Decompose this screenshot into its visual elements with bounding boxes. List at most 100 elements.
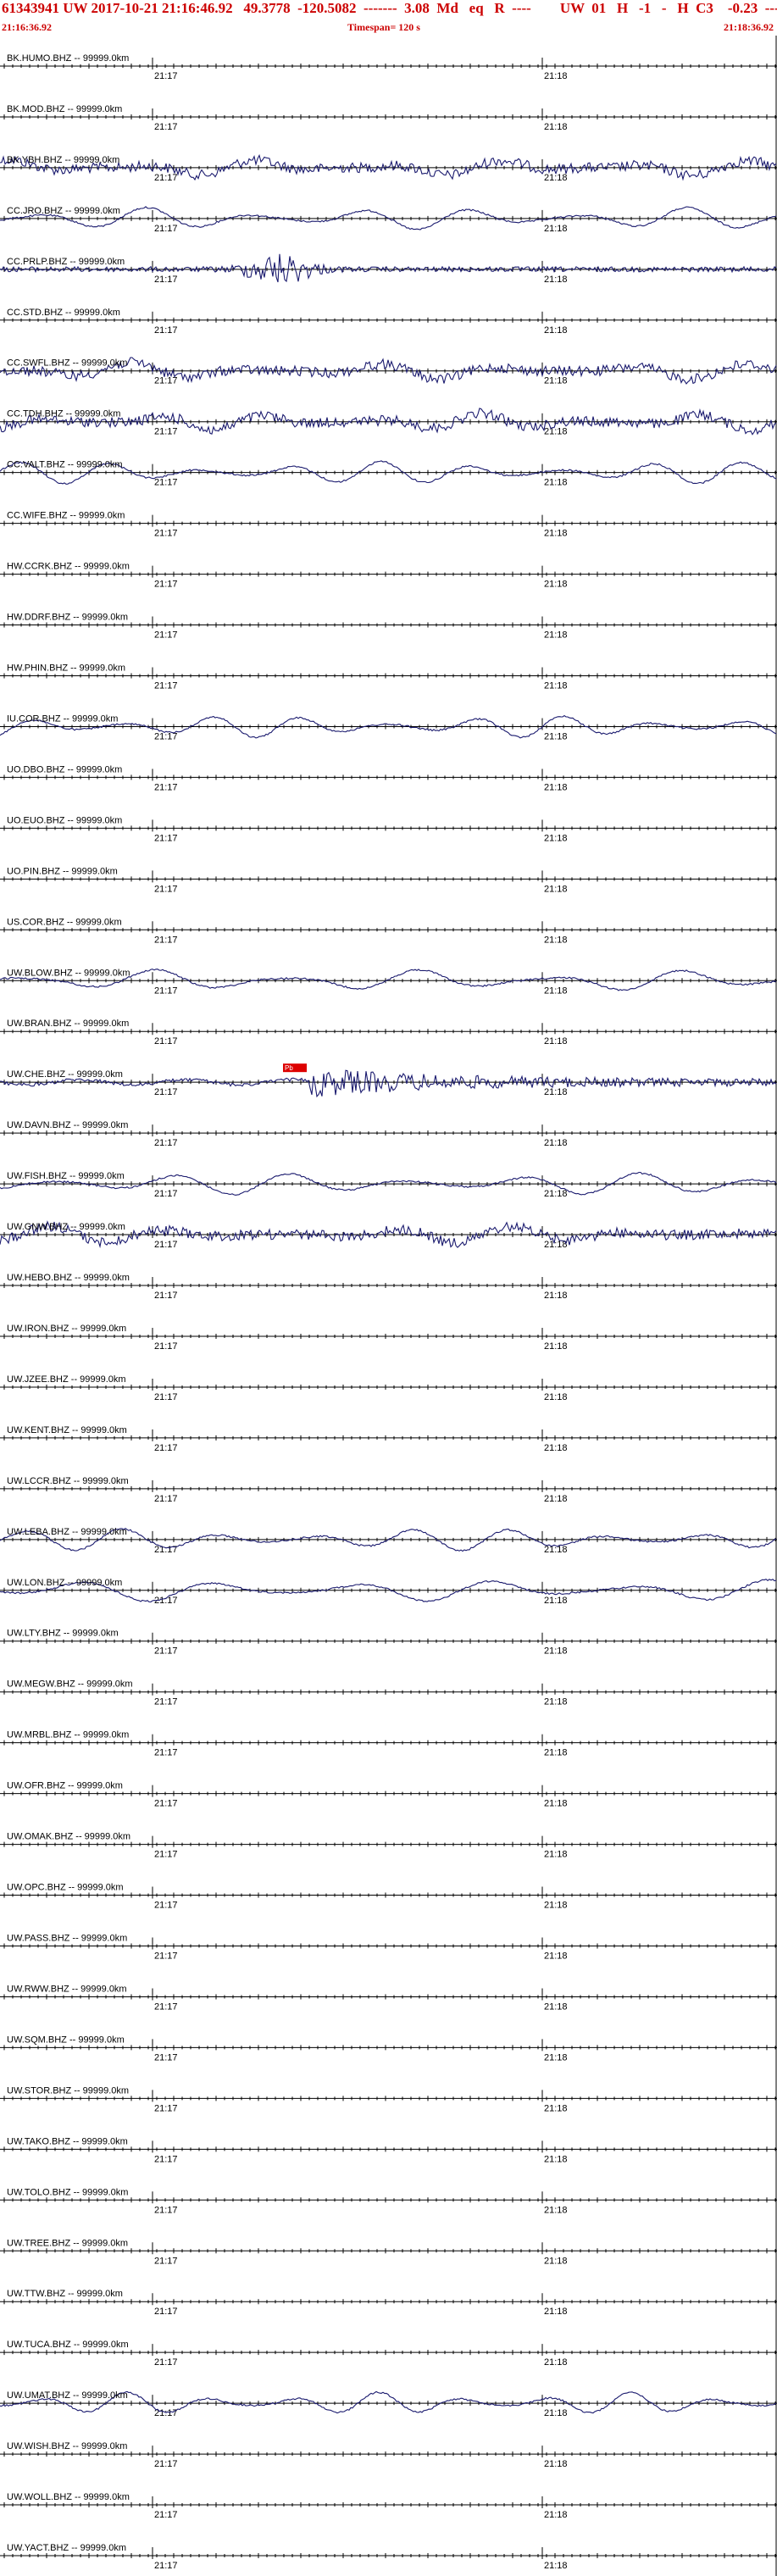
minute-label: 21:17 (154, 2001, 178, 2012)
channel-label: UW.JZEE.BHZ -- 99999.0km (7, 1374, 126, 1385)
channel-row: 21:17 21:18 CC.PRLP.BHZ -- 99999.0km (0, 253, 777, 285)
minute-label: 21:18 (544, 122, 568, 132)
channel-row: 21:17 21:18UW.UMAT.BHZ -- 99999.0km (0, 2390, 777, 2418)
channel-row: 21:17 21:18UW.LON.BHZ -- 99999.0km (0, 1578, 777, 1606)
minute-label: 21:18 (544, 1748, 568, 1758)
channel-label: UW.STOR.BHZ -- 99999.0km (7, 2085, 129, 2096)
channel-label: US.COR.BHZ -- 99999.0km (7, 917, 122, 927)
channel-row: 21:17 21:18 UW.YACT.BHZ -- 99999.0km (0, 2543, 777, 2571)
channel-row: 21:17 21:18 UW.DAVN.BHZ -- 99999.0km (0, 1120, 777, 1148)
event-title: 61343941 UW 2017-10-21 21:16:46.92 49.37… (2, 0, 777, 16)
minute-label: 21:18 (544, 1799, 568, 1809)
channel-label: CC.SWFL.BHZ -- 99999.0km (7, 358, 127, 369)
channel-label: UW.RWW.BHZ -- 99999.0km (7, 1984, 127, 1994)
channel-label: BK.YBH.BHZ -- 99999.0km (7, 155, 119, 165)
minute-label: 21:17 (154, 1341, 178, 1352)
channel-row: 21:17 21:18 CC.TDH.BHZ -- 99999.0km (0, 408, 777, 437)
minute-label: 21:18 (544, 2459, 568, 2469)
minute-label: 21:17 (154, 1494, 178, 1504)
minute-label: 21:18 (544, 529, 568, 539)
minute-label: 21:17 (154, 2052, 178, 2062)
channel-label: UW.TOLO.BHZ -- 99999.0km (7, 2187, 128, 2197)
minute-label: 21:17 (154, 478, 178, 488)
minute-label: 21:17 (154, 2510, 178, 2520)
minute-label: 21:18 (544, 884, 568, 894)
minute-label: 21:17 (154, 2357, 178, 2368)
minute-label: 21:18 (544, 2307, 568, 2317)
seismogram-plot: 21:17 21:18BK.HUMO.BHZ -- 99999.0km21:17 2… (0, 36, 777, 2576)
minute-label: 21:18 (544, 1291, 568, 1301)
minute-label: 21:18 (544, 2001, 568, 2012)
minute-label: 21:18 (544, 731, 568, 741)
minute-label: 21:18 (544, 630, 568, 641)
minute-label: 21:17 (154, 1951, 178, 1962)
minute-label: 21:18 (544, 2103, 568, 2113)
channel-row: 21:17 21:18 UW.LCCR.BHZ -- 99999.0km (0, 1476, 777, 1504)
minute-label: 21:18 (544, 2357, 568, 2368)
channel-row: 21:17 21:18 UW.IRON.BHZ -- 99999.0km (0, 1324, 777, 1352)
channel-row: 21:17 21:18 UW.RWW.BHZ -- 99999.0km (0, 1984, 777, 2012)
channel-row: 21:17 21:18UW.GNW.BHZ -- 99999.0km (0, 1220, 777, 1250)
channel-row: 21:17 21:18 BK.HUMO.BHZ -- 99999.0km (0, 53, 777, 81)
channel-label: UW.UMAT.BHZ -- 99999.0km (7, 2390, 128, 2401)
minute-label: 21:18 (544, 325, 568, 336)
timespan-label: Timespan= 120 s (347, 21, 420, 33)
channel-row: 21:17 21:18 UW.BLOW.BHZ -- 99999.0km (0, 968, 777, 996)
channel-label: UW.LTY.BHZ -- 99999.0km (7, 1629, 119, 1639)
channel-row: 21:17 21:18 UW.STOR.BHZ -- 99999.0km (0, 2085, 777, 2113)
channel-row: 21:17 21:18 UW.LTY.BHZ -- 99999.0km (0, 1629, 777, 1657)
minute-label: 21:18 (544, 427, 568, 437)
minute-label: 21:18 (544, 681, 568, 691)
minute-label: 21:17 (154, 2459, 178, 2469)
channel-label: UW.WOLL.BHZ -- 99999.0km (7, 2492, 130, 2502)
minute-label: 21:17 (154, 2307, 178, 2317)
channel-label: UW.SQM.BHZ -- 99999.0km (7, 2035, 125, 2045)
channel-label: UW.TREE.BHZ -- 99999.0km (7, 2238, 128, 2248)
minute-label: 21:17 (154, 427, 178, 437)
minute-label: 21:17 (154, 224, 178, 234)
header-bar: 61343941 UW 2017-10-21 21:16:46.92 49.37… (0, 0, 777, 36)
minute-label: 21:17 (154, 782, 178, 792)
channel-row: 21:17 21:18 UW.OFR.BHZ -- 99999.0km (0, 1781, 777, 1809)
channel-row: 21:17 21:18 UW.TTW.BHZ -- 99999.0km (0, 2289, 777, 2317)
minute-label: 21:17 (154, 1697, 178, 1707)
minute-label: 21:17 (154, 985, 178, 996)
channel-row: 21:17 21:18 UW.WISH.BHZ -- 99999.0km (0, 2441, 777, 2469)
channel-row: 21:17 21:18UW.LEBA.BHZ -- 99999.0km (0, 1527, 777, 1555)
channel-row: 21:17 21:18 HW.DDRF.BHZ -- 99999.0km (0, 613, 777, 641)
minute-label: 21:18 (544, 935, 568, 945)
minute-label: 21:18 (544, 478, 568, 488)
channel-row: 21:17 21:18 UW.KENT.BHZ -- 99999.0km (0, 1425, 777, 1453)
channel-label: UW.BRAN.BHZ -- 99999.0km (7, 1019, 129, 1029)
channel-row: 21:17 21:18 UW.FISH.BHZ -- 99999.0km (0, 1171, 777, 1199)
channel-label: UW.CHE.BHZ -- 99999.0km (7, 1069, 123, 1080)
start-time-label: 21:16:36.92 (2, 21, 52, 33)
channel-label: UW.LEBA.BHZ -- 99999.0km (7, 1527, 127, 1537)
minute-label: 21:17 (154, 1646, 178, 1657)
channel-row: 21:17 21:18 UW.OMAK.BHZ -- 99999.0km (0, 1832, 777, 1860)
channel-label: UW.MRBL.BHZ -- 99999.0km (7, 1730, 129, 1740)
minute-label: 21:17 (154, 2256, 178, 2266)
channel-row: 21:17 21:18 CC.WIFE.BHZ -- 99999.0km (0, 511, 777, 539)
minute-label: 21:18 (544, 2205, 568, 2215)
minute-label: 21:18 (544, 275, 568, 285)
minute-label: 21:18 (544, 1087, 568, 1097)
channel-label: UW.PASS.BHZ -- 99999.0km (7, 1934, 127, 1944)
channel-row: 21:17 21:18 UW.TUCA.BHZ -- 99999.0km (0, 2340, 777, 2368)
minute-label: 21:17 (154, 325, 178, 336)
channel-label: BK.MOD.BHZ -- 99999.0km (7, 104, 122, 114)
minute-label: 21:18 (544, 2052, 568, 2062)
channel-label: UW.OPC.BHZ -- 99999.0km (7, 1883, 124, 1893)
minute-label: 21:18 (544, 376, 568, 386)
channel-row: 21:17 21:18 Pb UW.CHE.BHZ -- 99999.0km (0, 1063, 777, 1098)
channel-label: CC.JRO.BHZ -- 99999.0km (7, 206, 120, 216)
channel-label: CC.STD.BHZ -- 99999.0km (7, 308, 120, 318)
minute-label: 21:18 (544, 71, 568, 81)
channel-label: UW.LON.BHZ -- 99999.0km (7, 1578, 122, 1588)
minute-label: 21:18 (544, 1850, 568, 1860)
minute-label: 21:18 (544, 224, 568, 234)
minute-label: 21:17 (154, 1392, 178, 1402)
minute-label: 21:17 (154, 2103, 178, 2113)
minute-label: 21:17 (154, 1799, 178, 1809)
channel-label: CC.VALT.BHZ -- 99999.0km (7, 460, 123, 470)
